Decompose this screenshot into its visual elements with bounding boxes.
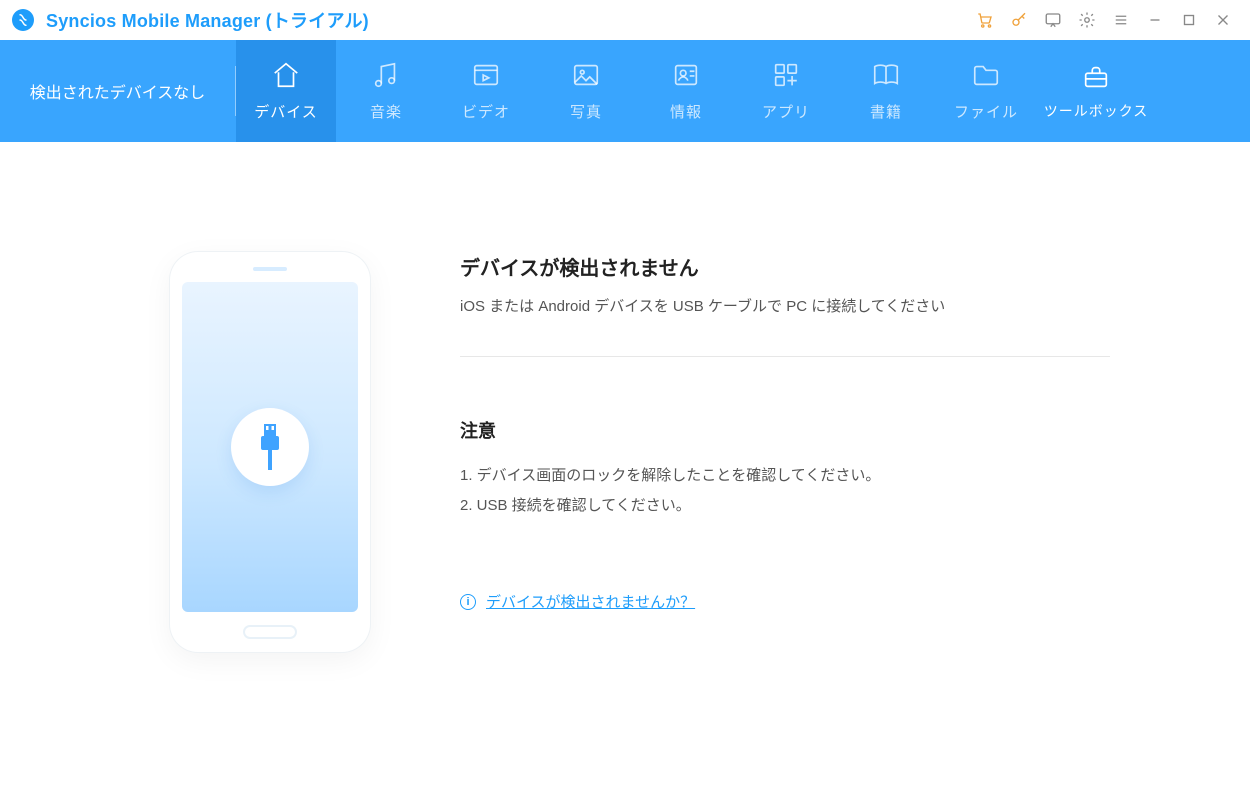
- no-device-heading: デバイスが検出されません: [460, 252, 1110, 281]
- tab-label: デバイス: [254, 101, 318, 122]
- tab-label: 音楽: [370, 101, 402, 122]
- feedback-icon[interactable]: [1036, 3, 1070, 37]
- info-icon: i: [460, 594, 476, 610]
- minimize-button[interactable]: [1138, 3, 1172, 37]
- book-icon: [871, 60, 901, 93]
- photo-icon: [571, 60, 601, 93]
- maximize-button[interactable]: [1172, 3, 1206, 37]
- app-title: Syncios Mobile Manager (トライアル): [46, 7, 369, 33]
- tab-label: 情報: [670, 101, 702, 122]
- tab-label: 書籍: [870, 101, 902, 122]
- tab-label: ツールボックス: [1044, 103, 1149, 120]
- toolbox-icon: [1081, 62, 1111, 95]
- tab-music[interactable]: 音楽: [336, 40, 436, 142]
- music-icon: [371, 60, 401, 93]
- home-icon: [271, 60, 301, 93]
- apps-icon: [771, 60, 801, 93]
- help-link[interactable]: デバイスが検出されませんか？: [486, 591, 695, 612]
- close-button[interactable]: [1206, 3, 1240, 37]
- tab-device[interactable]: デバイス: [236, 40, 336, 142]
- tab-video[interactable]: ビデオ: [436, 40, 536, 142]
- settings-icon[interactable]: [1070, 3, 1104, 37]
- app-logo: [12, 9, 34, 31]
- device-status: 検出されたデバイスなし: [0, 40, 235, 142]
- nav-tabs: デバイス 音楽 ビデオ 写真 情報 アプリ 書籍 ファイル: [236, 40, 1250, 142]
- usb-plug-icon: [231, 408, 309, 486]
- tab-label: ファイル: [954, 101, 1018, 122]
- tab-info[interactable]: 情報: [636, 40, 736, 142]
- folder-icon: [971, 60, 1001, 93]
- titlebar: Syncios Mobile Manager (トライアル): [0, 0, 1250, 40]
- tab-label: ビデオ: [462, 101, 510, 122]
- content-area: デバイスが検出されません iOS または Android デバイスを USB ケ…: [0, 142, 1250, 652]
- cart-icon[interactable]: [968, 3, 1002, 37]
- tab-label: 写真: [570, 101, 602, 122]
- video-icon: [471, 60, 501, 93]
- menu-icon[interactable]: [1104, 3, 1138, 37]
- main-nav: 検出されたデバイスなし デバイス 音楽 ビデオ 写真 情報 アプリ: [0, 40, 1250, 142]
- tab-toolbox[interactable]: ツールボックス: [1036, 40, 1156, 142]
- no-device-subtext: iOS または Android デバイスを USB ケーブルで PC に接続して…: [460, 295, 1110, 316]
- contact-icon: [671, 60, 701, 93]
- tab-label: アプリ: [762, 101, 810, 122]
- tab-app[interactable]: アプリ: [736, 40, 836, 142]
- divider: [460, 356, 1110, 357]
- key-icon[interactable]: [1002, 3, 1036, 37]
- tab-book[interactable]: 書籍: [836, 40, 936, 142]
- notice-line: 1. デバイス画面のロックを解除したことを確認してください。: [460, 461, 1110, 491]
- tab-file[interactable]: ファイル: [936, 40, 1036, 142]
- notice-heading: 注意: [460, 417, 1110, 443]
- notice-line: 2. USB 接続を確認してください。: [460, 491, 1110, 521]
- phone-illustration: [170, 252, 370, 652]
- tab-photo[interactable]: 写真: [536, 40, 636, 142]
